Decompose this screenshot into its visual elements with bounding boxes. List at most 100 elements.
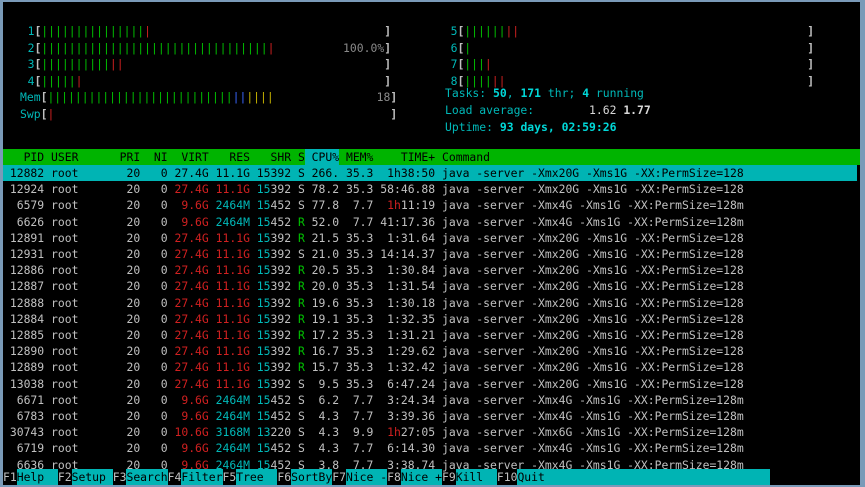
- fkey-f9-label[interactable]: Kill: [455, 469, 497, 485]
- cpu-meter-2-bar-segment: |||||||||||||||||||||||||||||||||: [41, 40, 268, 55]
- swap-meter-label: Swp: [20, 106, 41, 121]
- process-row[interactable]: 12890 root 20 0 27.4G 11.1G 15392 R 16.7…: [3, 343, 860, 359]
- fkey-f8-label[interactable]: Nice +: [400, 469, 442, 485]
- virt-cell: 27.4G: [167, 263, 209, 278]
- fkey-f7-label[interactable]: Nice -: [345, 469, 388, 485]
- fkey-f4[interactable]: F4: [168, 470, 182, 484]
- process-row[interactable]: 12882 root 20 0 27.4G 11.1G 15392 S 266.…: [3, 165, 860, 181]
- cpu-meter-7-bar-segment: |: [484, 57, 492, 71]
- process-row[interactable]: 12887 root 20 0 27.4G 11.1G 15392 R 20.0…: [3, 278, 860, 294]
- process-row[interactable]: 6671 root 20 0 9.6G 2464M 15452 S 6.2 7.…: [3, 392, 860, 408]
- fkey-f1-label[interactable]: Help: [16, 469, 58, 485]
- time-cell: 3:24.34: [373, 392, 436, 407]
- user-cell: root: [44, 425, 100, 440]
- function-key-bar: F1Help F2Setup F3SearchF4FilterF5Tree F6…: [3, 469, 860, 485]
- mem-cell: 7.7: [339, 198, 374, 213]
- column-header-s[interactable]: S: [291, 149, 305, 165]
- time-cell: 1h38:50: [387, 166, 436, 180]
- mem-cell: 7.7: [339, 409, 374, 423]
- command-cell: java -server -Xmx20G -Xms1G -XX:PermSize…: [435, 166, 744, 180]
- process-row[interactable]: 12931 root 20 0 27.4G 11.1G 15392 S 21.0…: [3, 246, 860, 262]
- virt-cell: 27.4G: [167, 311, 209, 326]
- user-cell: root: [44, 279, 100, 294]
- process-table-header[interactable]: PID USER PRI NI VIRT RES SHR S CPU% MEM%…: [3, 149, 860, 165]
- ni-cell: 0: [140, 328, 168, 342]
- fkey-f2[interactable]: F2: [58, 470, 72, 484]
- process-row[interactable]: 12924 root 20 0 27.4G 11.1G 15392 S 78.2…: [3, 181, 860, 197]
- shr-cell-high: 15: [249, 409, 271, 423]
- fkey-f7[interactable]: F7: [332, 470, 346, 484]
- process-row[interactable]: 6719 root 20 0 9.6G 2464M 15452 S 4.3 7.…: [3, 440, 860, 456]
- shr-cell-high: 15: [249, 247, 271, 261]
- fkey-f3-label[interactable]: Search: [126, 469, 168, 485]
- mem-cell: 9.9: [339, 425, 374, 440]
- state-cell: S: [291, 376, 305, 391]
- ni-cell: 0: [140, 376, 168, 391]
- cpu-meter-6-close-bracket: ]: [807, 40, 815, 55]
- fkey-f3[interactable]: F3: [113, 470, 127, 484]
- virt-cell: 10.6G: [167, 425, 209, 440]
- pid-cell: 12888: [3, 295, 45, 310]
- cpu-cell: 21.5: [304, 230, 340, 245]
- shr-cell: 15452: [249, 392, 292, 407]
- fkey-f5-label[interactable]: Tree: [236, 469, 278, 485]
- column-header-cpu[interactable]: CPU%: [304, 149, 340, 165]
- column-header-pid[interactable]: PID: [3, 149, 45, 165]
- process-row[interactable]: 12885 root 20 0 27.4G 11.1G 15392 R 17.2…: [3, 327, 860, 343]
- cpu-meter-3-label: 3: [7, 57, 35, 71]
- fkey-f10-label[interactable]: Quit: [517, 469, 771, 485]
- ni-cell: 0: [140, 295, 168, 310]
- cpu-meter-7-close-bracket: ]: [807, 57, 815, 71]
- column-header-res[interactable]: RES: [209, 149, 250, 165]
- fkey-f6[interactable]: F6: [277, 470, 291, 484]
- process-row[interactable]: 6626 root 20 0 9.6G 2464M 15452 R 52.0 7…: [3, 214, 860, 230]
- process-row[interactable]: 12888 root 20 0 27.4G 11.1G 15392 R 19.6…: [3, 295, 860, 311]
- cpu-cell: 4.3: [304, 409, 340, 423]
- fkey-f1[interactable]: F1: [3, 470, 17, 484]
- shr-cell: 15392: [249, 166, 292, 180]
- swap-meter-close-bracket: ]: [390, 106, 398, 121]
- time-cell: 3:39.36: [373, 409, 436, 423]
- process-row[interactable]: 12889 root 20 0 27.4G 11.1G 15392 R 15.7…: [3, 359, 860, 375]
- mem-cell: 7.7: [339, 214, 374, 229]
- fkey-f9[interactable]: F9: [442, 470, 456, 484]
- cpu-cell: 19.6: [304, 295, 340, 310]
- process-row[interactable]: 12886 root 20 0 27.4G 11.1G 15392 R 20.5…: [3, 262, 860, 278]
- column-header-command[interactable]: Command: [435, 149, 490, 165]
- process-row[interactable]: 6783 root 20 0 9.6G 2464M 15452 S 4.3 7.…: [3, 408, 860, 424]
- fkey-f6-label[interactable]: SortBy: [291, 469, 333, 485]
- column-header-ni[interactable]: NI: [140, 149, 168, 165]
- ni-cell: 0: [140, 409, 168, 423]
- res-cell: 11.1G: [208, 230, 250, 245]
- process-row[interactable]: 6579 root 20 0 9.6G 2464M 15452 S 77.8 7…: [3, 197, 860, 213]
- fkey-f10[interactable]: F10: [497, 470, 518, 484]
- pid-cell: 12882: [3, 166, 45, 180]
- res-cell: 2464M: [208, 214, 250, 229]
- process-row[interactable]: 12884 root 20 0 27.4G 11.1G 15392 R 19.1…: [3, 311, 860, 327]
- pid-cell: 12890: [3, 344, 45, 359]
- shr-cell: 15392: [249, 263, 292, 278]
- fkey-f2-label[interactable]: Setup: [71, 469, 113, 485]
- pid-cell: 12924: [3, 182, 45, 197]
- process-row[interactable]: 30743 root 20 0 10.6G 3168M 13220 S 4.3 …: [3, 424, 860, 440]
- res-cell: 11.1G: [208, 328, 250, 342]
- column-header-mem[interactable]: MEM%: [339, 149, 373, 165]
- cpu-meter-7-bar: ||||: [464, 57, 807, 71]
- user-cell: root: [44, 247, 100, 261]
- state-cell: R: [291, 214, 305, 229]
- column-header-virt[interactable]: VIRT: [168, 149, 208, 165]
- process-row[interactable]: 13038 root 20 0 27.4G 11.1G 15392 S 9.5 …: [3, 376, 860, 392]
- fkey-f8[interactable]: F8: [387, 470, 401, 484]
- process-row[interactable]: 12891 root 20 0 27.4G 11.1G 15392 R 21.5…: [3, 230, 860, 246]
- column-header-pri[interactable]: PRI: [99, 149, 141, 165]
- command-cell: java -server -Xmx20G -Xms1G -XX:PermSize…: [435, 279, 744, 294]
- column-header-time[interactable]: TIME+: [373, 149, 435, 165]
- command-cell: java -server -Xmx20G -Xms1G -XX:PermSize…: [435, 376, 744, 391]
- time-cell: 6:14.30: [373, 441, 436, 456]
- column-header-user[interactable]: USER: [44, 149, 99, 165]
- fkey-f4-label[interactable]: Filter: [181, 469, 223, 485]
- scrollbar[interactable]: [857, 165, 860, 469]
- fkey-f5[interactable]: F5: [223, 470, 237, 484]
- column-header-shr[interactable]: SHR: [250, 149, 292, 165]
- shr-cell-high: 15: [249, 295, 271, 310]
